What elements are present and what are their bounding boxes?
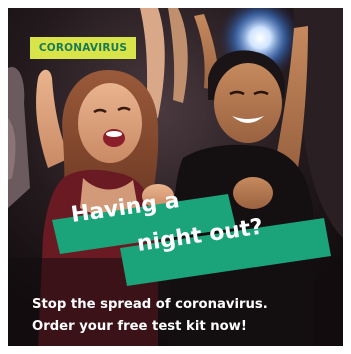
coronavirus-ad[interactable]: CORONAVIRUS Having a night out? Stop the… [8, 8, 343, 346]
body-line-2: Order your free test kit now! [32, 319, 247, 334]
body-line-1: Stop the spread of coronavirus. [32, 297, 268, 312]
call-to-action-text: Stop the spread of coronavirus. Order yo… [32, 294, 332, 338]
